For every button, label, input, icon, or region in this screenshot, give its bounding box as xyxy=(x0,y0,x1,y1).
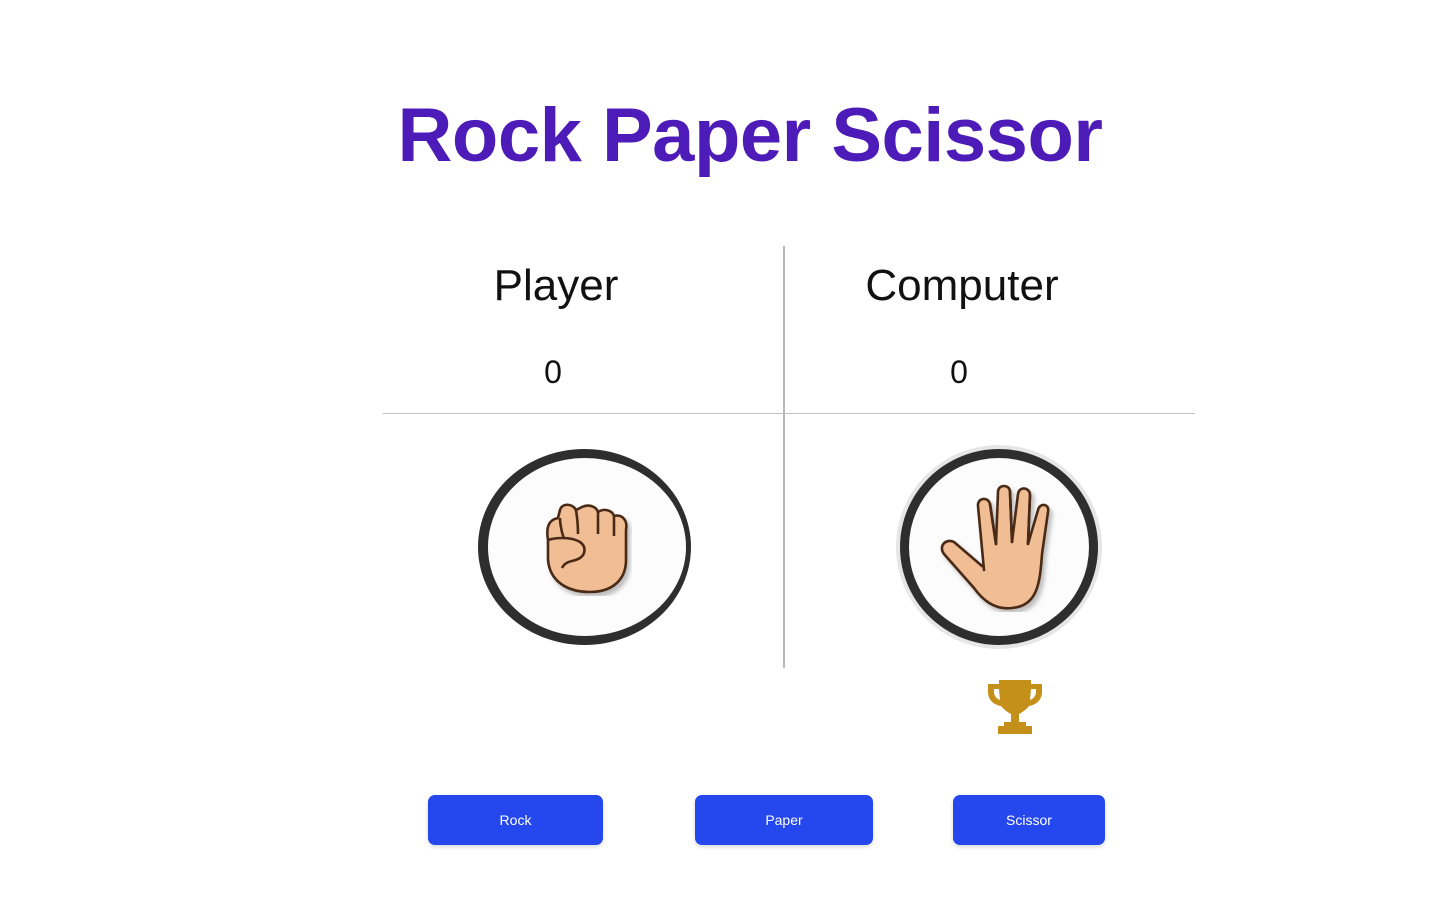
vertical-divider xyxy=(783,246,785,668)
scissor-button[interactable]: Scissor xyxy=(953,795,1105,845)
game-page: Rock Paper Scissor Player Computer 0 0 R… xyxy=(0,0,1440,900)
player-score: 0 xyxy=(544,354,562,390)
page-title: Rock Paper Scissor xyxy=(397,93,1103,178)
computer-score: 0 xyxy=(950,354,968,390)
horizontal-divider xyxy=(383,413,1195,414)
paper-button[interactable]: Paper xyxy=(695,795,873,845)
trophy-icon xyxy=(988,680,1042,734)
player-label: Player xyxy=(493,261,619,310)
raised-hand-icon xyxy=(940,484,1050,610)
fist-icon xyxy=(546,503,628,594)
rock-button[interactable]: Rock xyxy=(428,795,603,845)
computer-label: Computer xyxy=(865,261,1059,310)
